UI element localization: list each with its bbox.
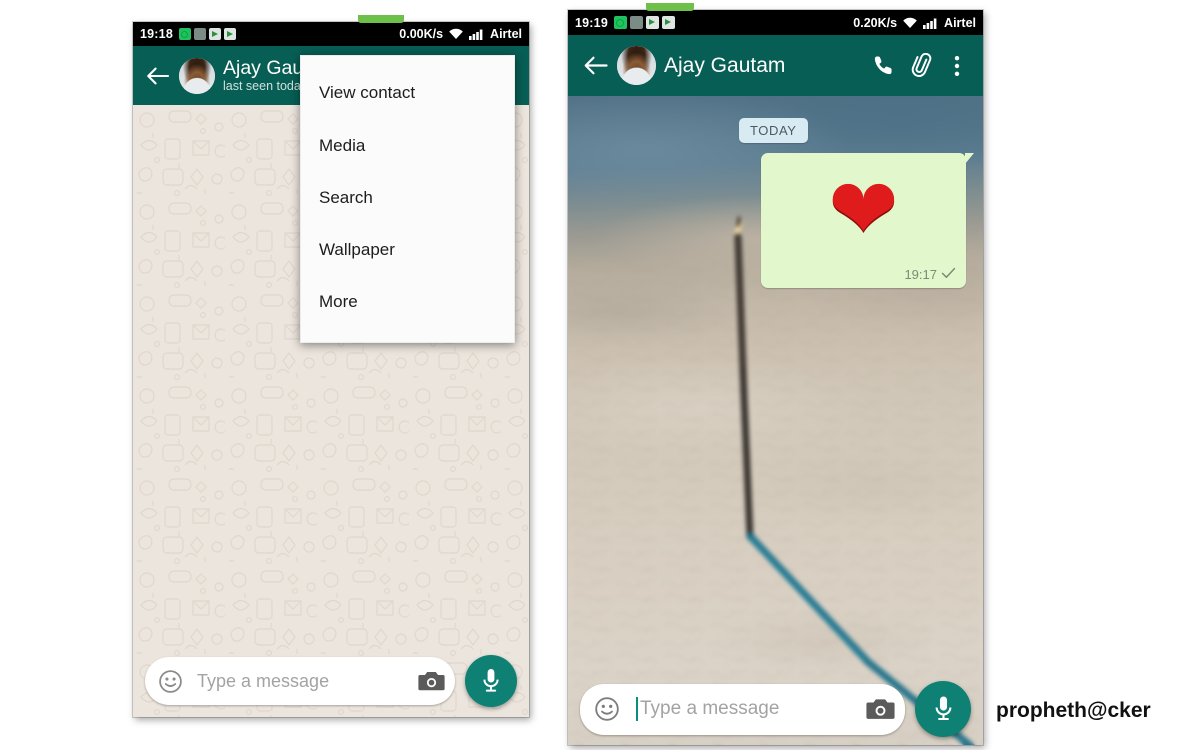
- paperclip-attach-icon[interactable]: [901, 53, 943, 78]
- menu-item-label: Media: [319, 136, 366, 155]
- app-notification-icon: [193, 28, 206, 40]
- overflow-menu-icon[interactable]: [943, 54, 971, 78]
- status-network-speed: 0.00K/s: [399, 27, 444, 41]
- play-store-icon: [661, 16, 675, 29]
- voice-record-button[interactable]: [465, 655, 517, 707]
- status-carrier: Airtel: [490, 27, 522, 41]
- right-chat-area: TODAY ❤ 19:17 Type a message: [568, 96, 983, 745]
- camera-icon[interactable]: [865, 696, 895, 722]
- status-carrier: Airtel: [944, 15, 976, 30]
- date-chip: TODAY: [739, 118, 808, 143]
- signal-bars-icon: [469, 28, 485, 40]
- text-cursor: [636, 697, 638, 721]
- message-input-box[interactable]: Type a message: [145, 657, 455, 705]
- right-input-bar: Type a message: [568, 681, 983, 737]
- wifi-icon: [448, 28, 464, 40]
- back-arrow-icon[interactable]: [580, 50, 612, 82]
- status-clock: 19:18: [140, 27, 173, 41]
- menu-item-more[interactable]: More: [301, 276, 514, 328]
- wifi-icon: [902, 17, 918, 29]
- menu-item-label: View contact: [319, 83, 416, 102]
- emoji-smiley-icon[interactable]: [593, 696, 620, 723]
- contact-avatar[interactable]: [617, 46, 656, 85]
- voice-record-button[interactable]: [915, 681, 971, 737]
- avatar-photo: [617, 46, 656, 85]
- screenshot-canvas: 19:18 0.00K/s Airtel Ajay Gauta last see…: [0, 0, 1200, 750]
- app-notification-icon: [629, 16, 643, 29]
- outgoing-message-bubble[interactable]: ❤ 19:17: [761, 153, 974, 288]
- status-right-cluster: 0.00K/s Airtel: [399, 27, 522, 41]
- menu-item-wallpaper[interactable]: Wallpaper: [301, 224, 514, 276]
- message-input-box[interactable]: Type a message: [580, 683, 905, 735]
- status-clock: 19:19: [575, 15, 608, 30]
- camera-icon[interactable]: [417, 669, 445, 693]
- menu-item-media[interactable]: Media: [301, 120, 514, 172]
- right-contact-info[interactable]: Ajay Gautam: [664, 54, 785, 78]
- right-status-bar: 19:19 0.20K/s Airtel: [568, 10, 983, 35]
- right-phone-screenshot: 19:19 0.20K/s Airtel Ajay Gautam TODAY ❤…: [568, 10, 983, 745]
- red-heart-emoji: ❤: [828, 162, 899, 256]
- menu-item-label: Wallpaper: [319, 240, 395, 259]
- overflow-menu-popup[interactable]: View contact Media Search Wallpaper More: [300, 55, 515, 343]
- contact-name: Ajay Gautam: [664, 53, 786, 77]
- menu-item-search[interactable]: Search: [301, 172, 514, 224]
- whatsapp-notification-icon: [178, 28, 191, 40]
- status-network-speed: 0.20K/s: [853, 15, 898, 30]
- play-store-icon: [645, 16, 659, 29]
- app-bar-actions: [865, 53, 971, 78]
- message-meta: 19:17: [904, 267, 956, 282]
- avatar-photo: [179, 57, 215, 94]
- right-app-bar: Ajay Gautam: [568, 35, 983, 96]
- whatsapp-notification-icon: [613, 16, 627, 29]
- status-notification-icons: [178, 28, 236, 40]
- right-phone-notch: [646, 3, 694, 11]
- watermark-text: propheth@cker: [996, 699, 1151, 722]
- left-phone-notch: [358, 15, 404, 23]
- menu-item-view-contact[interactable]: View contact: [301, 66, 514, 120]
- play-store-icon: [223, 28, 236, 40]
- single-check-icon: [941, 267, 956, 282]
- left-input-bar: Type a message: [133, 655, 529, 707]
- message-time: 19:17: [904, 267, 937, 282]
- left-status-bar: 19:18 0.00K/s Airtel: [133, 22, 529, 46]
- message-placeholder[interactable]: Type a message: [197, 671, 417, 692]
- phone-call-icon[interactable]: [865, 54, 901, 77]
- contact-avatar[interactable]: [179, 57, 215, 94]
- menu-item-label: More: [319, 292, 358, 311]
- menu-item-label: Search: [319, 188, 373, 207]
- emoji-smiley-icon[interactable]: [157, 668, 183, 694]
- left-phone-screenshot: 19:18 0.00K/s Airtel Ajay Gauta last see…: [133, 22, 529, 717]
- play-store-icon: [208, 28, 221, 40]
- back-arrow-icon[interactable]: [143, 61, 173, 91]
- signal-bars-icon: [923, 17, 939, 29]
- microphone-icon: [935, 696, 951, 721]
- message-placeholder[interactable]: Type a message: [640, 698, 865, 720]
- microphone-icon: [483, 669, 499, 692]
- status-right-cluster: 0.20K/s Airtel: [853, 16, 976, 30]
- status-notification-icons: [613, 16, 675, 29]
